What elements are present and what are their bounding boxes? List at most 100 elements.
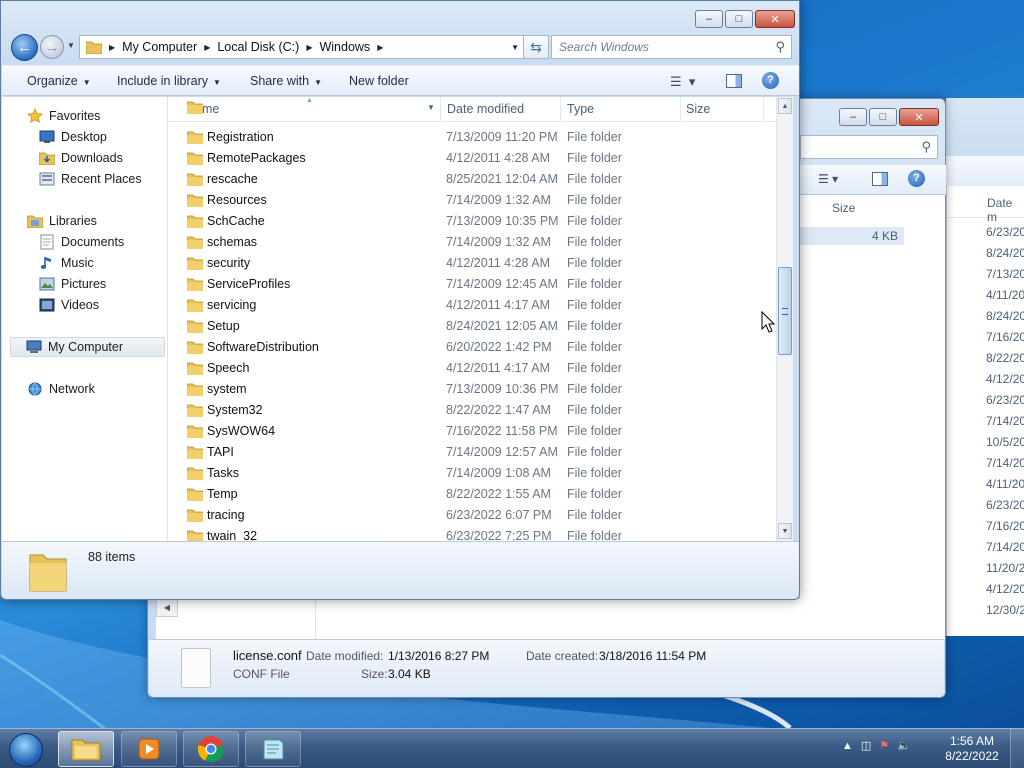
address-dropdown[interactable]: ▼: [511, 43, 519, 52]
file-row[interactable]: SysWOW64 7/16/2022 11:58 PM File folder: [168, 421, 776, 442]
detail-size-label: Size:: [361, 667, 388, 681]
selected-file-size[interactable]: 4 KB: [800, 227, 904, 245]
file-row[interactable]: rescache 8/25/2021 12:04 AM File folder: [168, 169, 776, 190]
chevron-down-icon: ▼: [82, 78, 91, 87]
file-row[interactable]: TAPI 7/14/2009 12:57 AM File folder: [168, 442, 776, 463]
file-name: Setup: [207, 319, 240, 333]
volume-icon[interactable]: 🔈: [897, 739, 911, 752]
file-type: File folder: [567, 445, 622, 459]
breadcrumb-arrow[interactable]: ▶: [306, 43, 312, 52]
breadcrumb-windows[interactable]: Windows: [319, 40, 370, 54]
detail-created-label: Date created:: [526, 649, 599, 663]
preview-pane-icon[interactable]: [872, 172, 888, 186]
file-row[interactable]: Registration 7/13/2009 11:20 PM File folde…: [168, 127, 776, 148]
file-row[interactable]: RemotePackages 4/12/2011 4:28 AM File fold…: [168, 148, 776, 169]
file-date-modified: 4/12/2011 4:28 AM: [446, 256, 551, 270]
breadcrumb-local-disk[interactable]: Local Disk (C:): [217, 40, 299, 54]
maximize-button[interactable]: □: [869, 108, 897, 126]
file-row[interactable]: Speech 4/12/2011 4:17 AM File folder: [168, 358, 776, 379]
preview-pane-icon[interactable]: [726, 74, 742, 88]
file-row[interactable]: servicing 4/12/2011 4:17 AM File folder: [168, 295, 776, 316]
file-row[interactable]: SoftwareDistribution 6/20/2022 1:42 PM Fil…: [168, 337, 776, 358]
breadcrumb-my-computer[interactable]: My Computer: [122, 40, 197, 54]
back-button[interactable]: ←: [11, 34, 38, 61]
search-icon[interactable]: ⚲: [775, 36, 785, 58]
explorer-window[interactable]: – □ ✕ ← → ▼ ▶ My Computer ▶ Local Disk (…: [0, 0, 800, 600]
breadcrumb-arrow[interactable]: ▶: [204, 43, 210, 52]
file-name: Speech: [207, 361, 250, 375]
file-row-partial[interactable]: [168, 101, 776, 127]
folder-icon: [86, 41, 102, 54]
vertical-scrollbar[interactable]: ▲ ▼: [776, 97, 793, 541]
share-with-button[interactable]: Share with ▼: [250, 74, 322, 88]
far-date-cell: 8/24/20: [986, 246, 1024, 260]
views-icon[interactable]: ☰ ▾: [818, 172, 838, 186]
file-row[interactable]: Tasks 7/14/2009 1:08 AM File folder: [168, 463, 776, 484]
breadcrumb-arrow[interactable]: ▶: [377, 43, 383, 52]
folder-icon: [186, 382, 204, 399]
breadcrumb-arrow[interactable]: ▶: [109, 43, 115, 52]
file-name: RemotePackages: [207, 151, 306, 165]
size-column-header[interactable]: Size: [832, 201, 855, 215]
nav-network[interactable]: Network: [26, 379, 191, 399]
file-type: File folder: [567, 487, 622, 501]
taskbar-media-player-button[interactable]: [121, 731, 177, 767]
taskbar-notepad-button[interactable]: [245, 731, 301, 767]
folder-icon: [186, 340, 204, 357]
show-hidden-icons-icon[interactable]: ▲: [842, 740, 853, 752]
file-row[interactable]: ServiceProfiles 7/14/2009 12:45 AM File fo…: [168, 274, 776, 295]
help-icon[interactable]: ?: [908, 170, 925, 187]
search-input[interactable]: Search Windows ⚲: [551, 35, 792, 59]
file-row[interactable]: Temp 8/22/2022 1:55 AM File folder: [168, 484, 776, 505]
scroll-thumb[interactable]: [778, 267, 792, 355]
nav-my-computer[interactable]: My Computer: [10, 337, 165, 357]
search-input[interactable]: ⚲: [800, 135, 938, 159]
nav-libraries[interactable]: Libraries: [26, 211, 191, 231]
file-row[interactable]: tracing 6/23/2022 6:07 PM File folder: [168, 505, 776, 526]
recent-pages-dropdown[interactable]: ▼: [67, 41, 75, 50]
help-icon[interactable]: ?: [762, 72, 779, 89]
new-folder-button[interactable]: New folder: [349, 74, 409, 88]
file-row[interactable]: Resources 7/14/2009 1:32 AM File folder: [168, 190, 776, 211]
close-button[interactable]: ✕: [899, 108, 939, 126]
taskbar-chrome-button[interactable]: [183, 731, 239, 767]
network-status-icon[interactable]: ◫: [861, 739, 871, 752]
nav-favorites[interactable]: Favorites: [26, 106, 191, 126]
start-button[interactable]: [4, 730, 48, 768]
scroll-up-button[interactable]: ▲: [778, 98, 792, 114]
file-list[interactable]: ▲ Name ▼ Date modified Type Size Registr…: [168, 97, 776, 541]
folder-icon: [186, 235, 204, 252]
minimize-button[interactable]: –: [695, 10, 723, 28]
scroll-down-button[interactable]: ▼: [778, 523, 792, 539]
detail-file-name: license.conf: [233, 648, 302, 663]
file-icon: [181, 648, 211, 688]
far-date-header[interactable]: Date m: [987, 196, 1024, 224]
file-list[interactable]: Size 4 KB: [800, 195, 945, 639]
taskbar-clock[interactable]: 1:56 AM 8/22/2022: [944, 734, 1000, 764]
include-in-library-button[interactable]: Include in library ▼: [117, 74, 221, 88]
close-button[interactable]: ✕: [755, 10, 795, 28]
taskbar-explorer-button[interactable]: [58, 731, 114, 767]
maximize-button[interactable]: □: [725, 10, 753, 28]
address-bar[interactable]: ▶ My Computer ▶ Local Disk (C:) ▶ Window…: [79, 35, 524, 59]
show-desktop-button[interactable]: [1010, 729, 1024, 768]
file-row[interactable]: security 4/12/2011 4:28 AM File folder: [168, 253, 776, 274]
file-row[interactable]: SchCache 7/13/2009 10:35 PM File folder: [168, 211, 776, 232]
file-row[interactable]: System32 8/22/2022 1:47 AM File folder: [168, 400, 776, 421]
file-row[interactable]: schemas 7/14/2009 1:32 AM File folder: [168, 232, 776, 253]
search-icon[interactable]: ⚲: [921, 139, 931, 155]
scroll-left-button[interactable]: ◀: [156, 599, 178, 617]
views-icon[interactable]: ☰ ▾: [670, 74, 695, 90]
file-row[interactable]: system 7/13/2009 10:36 PM File folder: [168, 379, 776, 400]
far-date-cell: 4/11/20: [986, 477, 1024, 491]
file-row[interactable]: twain_32 6/23/2022 7:25 PM File folder: [168, 526, 776, 541]
file-name: Tasks: [207, 466, 239, 480]
file-date-modified: 6/23/2022 7:25 PM: [446, 529, 552, 541]
minimize-button[interactable]: –: [839, 108, 867, 126]
action-center-icon[interactable]: ⚑: [879, 739, 889, 752]
refresh-button[interactable]: ⇆: [523, 35, 549, 59]
forward-button[interactable]: →: [40, 35, 64, 59]
file-row[interactable]: Setup 8/24/2021 12:05 AM File folder: [168, 316, 776, 337]
address-row: ← → ▼ ▶ My Computer ▶ Local Disk (C:) ▶ …: [9, 34, 793, 61]
organize-button[interactable]: Organize ▼: [27, 74, 91, 88]
